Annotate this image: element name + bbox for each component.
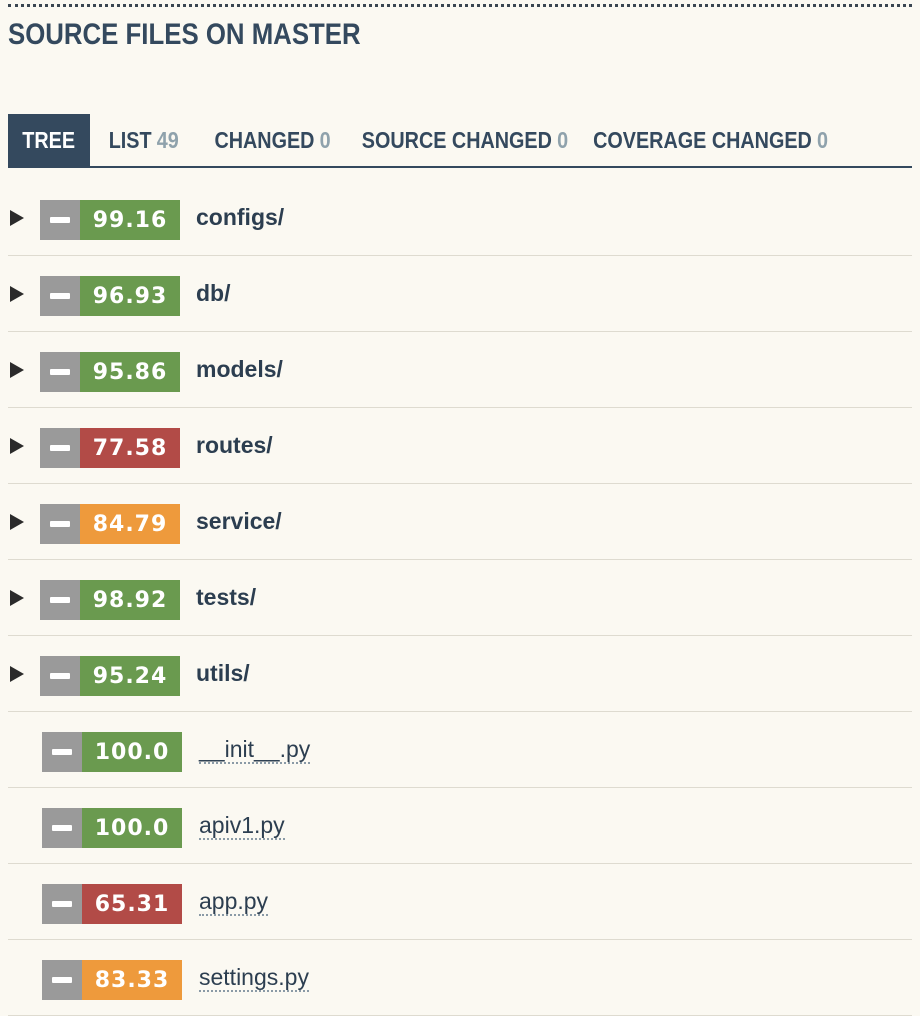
expand-arrow-icon[interactable] xyxy=(10,362,24,378)
tab-changed-label: CHANGED xyxy=(214,126,315,153)
coverage-badge[interactable]: 96.93 xyxy=(40,276,180,316)
coverage-percent: 65.31 xyxy=(82,884,182,924)
minus-icon xyxy=(40,580,80,620)
coverage-percent: 100.0 xyxy=(82,732,182,772)
folder-link[interactable]: utils/ xyxy=(196,660,250,687)
tab-source-changed[interactable]: SOURCE CHANGED 0 xyxy=(348,114,582,166)
tree-row-app-py: 65.31 app.py xyxy=(8,864,912,940)
tab-list-label: LIST xyxy=(108,126,152,153)
tab-changed-count: 0 xyxy=(320,126,332,153)
minus-icon xyxy=(40,504,80,544)
coverage-percent: 95.24 xyxy=(80,656,180,696)
coverage-badge[interactable]: 84.79 xyxy=(40,504,180,544)
coverage-percent: 99.16 xyxy=(80,200,180,240)
file-link[interactable]: settings.py xyxy=(199,964,309,992)
coverage-percent: 83.33 xyxy=(82,960,182,1000)
minus-icon xyxy=(40,352,80,392)
page-title: SOURCE FILES ON MASTER xyxy=(8,18,361,51)
coverage-percent: 100.0 xyxy=(82,808,182,848)
tab-coverage-changed[interactable]: COVERAGE CHANGED 0 xyxy=(582,114,840,166)
coverage-badge[interactable]: 100.0 xyxy=(42,732,182,772)
expand-arrow-icon[interactable] xyxy=(10,514,24,530)
folder-link[interactable]: routes/ xyxy=(196,432,273,459)
coverage-percent: 77.58 xyxy=(80,428,180,468)
tab-source-changed-count: 0 xyxy=(557,126,569,153)
tree-row-db: 96.93 db/ xyxy=(8,256,912,332)
tree-row-apiv1-py: 100.0 apiv1.py xyxy=(8,788,912,864)
minus-icon xyxy=(42,732,82,772)
tree-row-init-py: 100.0 __init__.py xyxy=(8,712,912,788)
coverage-badge[interactable]: 98.92 xyxy=(40,580,180,620)
tree-row-service: 84.79 service/ xyxy=(8,484,912,560)
tab-tree-label: TREE xyxy=(22,126,76,153)
tab-source-changed-label: SOURCE CHANGED xyxy=(361,126,552,153)
coverage-percent: 96.93 xyxy=(80,276,180,316)
file-link[interactable]: app.py xyxy=(199,888,269,916)
view-tabs: TREE LIST 49 CHANGED 0 SOURCE CHANGED 0 COV… xyxy=(8,114,912,168)
coverage-badge[interactable]: 77.58 xyxy=(40,428,180,468)
expand-arrow-icon[interactable] xyxy=(10,286,24,302)
coverage-badge[interactable]: 83.33 xyxy=(42,960,182,1000)
coverage-badge[interactable]: 65.31 xyxy=(42,884,182,924)
coverage-badge[interactable]: 95.86 xyxy=(40,352,180,392)
folder-link[interactable]: service/ xyxy=(196,508,282,535)
minus-icon xyxy=(40,656,80,696)
coverage-percent: 98.92 xyxy=(80,580,180,620)
folder-link[interactable]: db/ xyxy=(196,280,231,307)
expand-arrow-icon[interactable] xyxy=(10,590,24,606)
minus-icon xyxy=(42,884,82,924)
file-link[interactable]: __init__.py xyxy=(199,736,311,764)
expand-arrow-icon[interactable] xyxy=(10,666,24,682)
tab-list[interactable]: LIST 49 xyxy=(90,114,198,166)
minus-icon xyxy=(40,428,80,468)
file-tree: 99.16 configs/ 96.93 db/ 95.86 models/ 7… xyxy=(8,180,912,1016)
tree-row-utils: 95.24 utils/ xyxy=(8,636,912,712)
tab-coverage-changed-label: COVERAGE CHANGED xyxy=(593,126,813,153)
minus-icon xyxy=(42,960,82,1000)
tree-row-models: 95.86 models/ xyxy=(8,332,912,408)
tab-changed[interactable]: CHANGED 0 xyxy=(198,114,348,166)
coverage-badge[interactable]: 95.24 xyxy=(40,656,180,696)
folder-link[interactable]: configs/ xyxy=(196,204,284,231)
tab-coverage-changed-count: 0 xyxy=(817,126,829,153)
minus-icon xyxy=(42,808,82,848)
minus-icon xyxy=(40,276,80,316)
folder-link[interactable]: tests/ xyxy=(196,584,256,611)
expand-arrow-icon[interactable] xyxy=(10,210,24,226)
tree-row-settings-py: 83.33 settings.py xyxy=(8,940,912,1016)
coverage-percent: 84.79 xyxy=(80,504,180,544)
coverage-percent: 95.86 xyxy=(80,352,180,392)
tree-row-routes: 77.58 routes/ xyxy=(8,408,912,484)
tree-row-tests: 98.92 tests/ xyxy=(8,560,912,636)
expand-arrow-icon[interactable] xyxy=(10,438,24,454)
tab-tree[interactable]: TREE xyxy=(8,114,90,166)
coverage-badge[interactable]: 100.0 xyxy=(42,808,182,848)
coverage-badge[interactable]: 99.16 xyxy=(40,200,180,240)
minus-icon xyxy=(40,200,80,240)
folder-link[interactable]: models/ xyxy=(196,356,283,383)
top-dotted-divider xyxy=(8,4,912,7)
file-link[interactable]: apiv1.py xyxy=(199,812,285,840)
tree-row-configs: 99.16 configs/ xyxy=(8,180,912,256)
tab-list-count: 49 xyxy=(157,126,180,153)
